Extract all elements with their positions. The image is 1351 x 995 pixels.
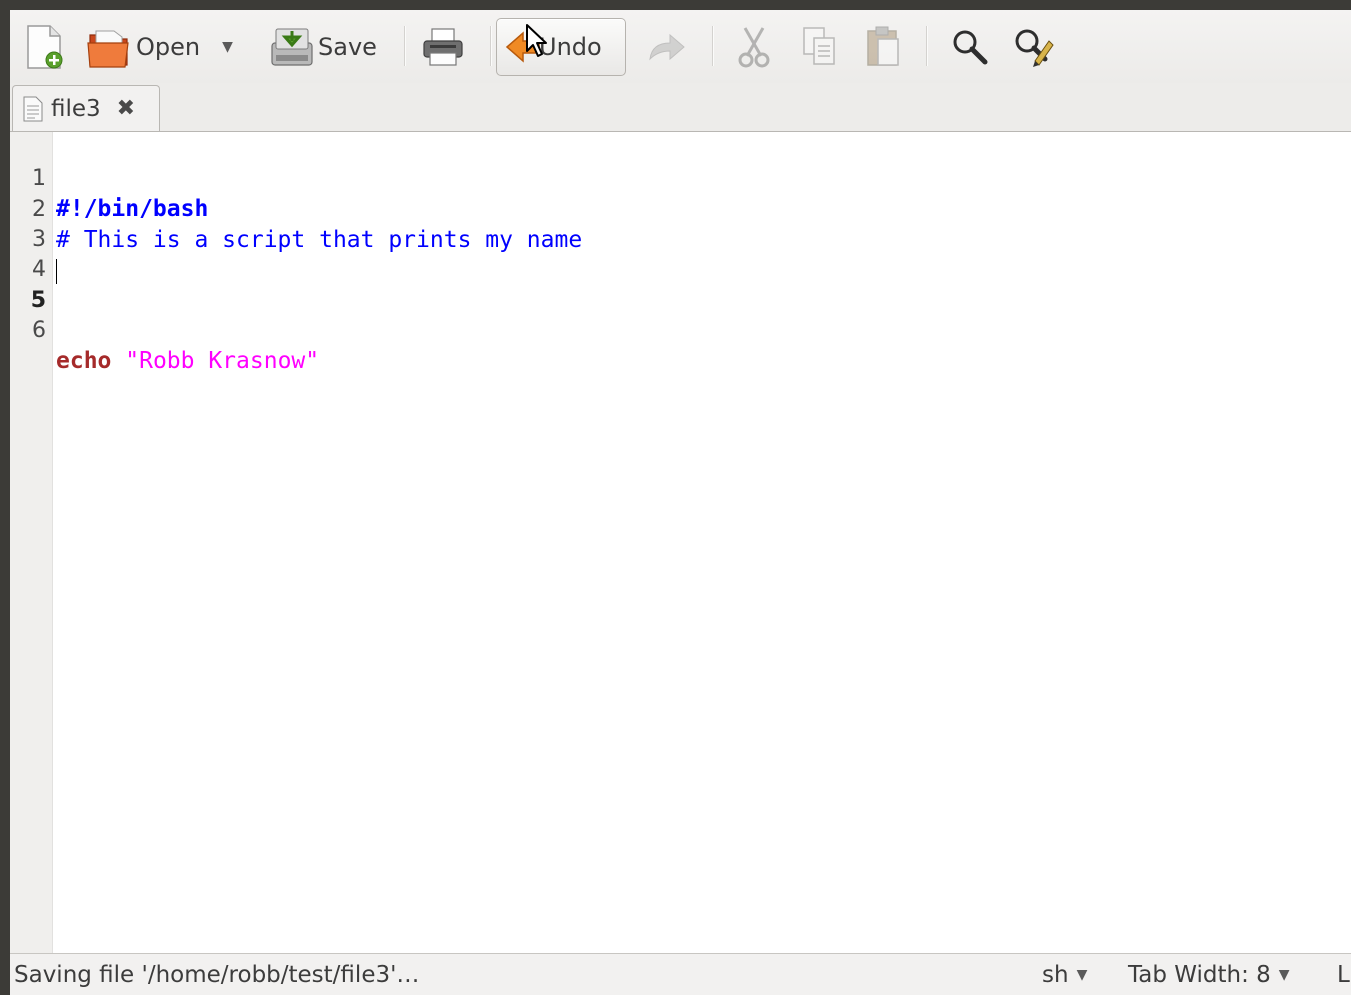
paste-button[interactable] [858,18,910,76]
redo-button[interactable] [640,18,692,76]
find-button[interactable] [942,18,998,76]
code-line: 6 echo "Robb Krasnow" [10,286,1351,374]
string-literal: "Robb Krasnow" [125,348,320,374]
close-icon[interactable]: ✖ [117,97,135,120]
language-label: sh [1042,962,1069,988]
toolbar-separator [404,26,406,66]
chevron-down-icon: ▼ [1076,967,1088,983]
language-selector[interactable]: sh ▼ [1042,962,1087,988]
text-file-icon [23,96,43,121]
paste-icon [867,26,899,66]
copy-button[interactable] [794,18,846,76]
save-label: Save [318,33,377,61]
open-label: Open [136,33,201,61]
code-line: 4 [10,225,1351,282]
scissors-icon [738,27,770,68]
save-icon [271,28,313,66]
open-folder-icon [87,30,129,68]
copy-icon [803,27,835,65]
status-message: Saving file '/home/robb/test/file3'… [14,962,420,988]
tab-width-selector[interactable]: Tab Width: 8 ▼ [1128,962,1290,988]
redo-arrow-icon [649,33,685,61]
code-line: 3 [10,195,1351,252]
new-document-button[interactable] [24,18,72,76]
tab-bar: file3 ✖ [10,83,1351,132]
text-caret [56,259,57,284]
print-button[interactable] [416,18,470,76]
toolbar-separator [926,26,928,66]
find-replace-icon [1015,29,1054,67]
toolbar: Open ▼ Save Undo [10,10,1351,83]
chevron-down-icon[interactable]: ▼ [222,39,233,55]
tab-file3[interactable]: file3 ✖ [12,85,160,131]
undo-button[interactable]: Undo [496,18,626,76]
gedit-window: Open ▼ Save Undo file3 ✖ 1 #!/bin/bash 2… [0,0,1351,995]
cut-button[interactable] [728,18,780,76]
magnifier-icon [953,30,988,65]
tab-label: file3 [51,95,101,122]
chevron-down-icon: ▼ [1278,967,1290,983]
mouse-cursor-icon [526,24,547,57]
status-bar: Saving file '/home/robb/test/file3'… sh ▼… [10,953,1351,995]
find-replace-button[interactable] [1006,18,1062,76]
code-text: echo "Robb Krasnow" [56,346,319,376]
text-editor[interactable]: 1 #!/bin/bash 2 # This is a script that … [10,132,1351,953]
toolbar-separator [490,26,492,66]
code-line: 2 # This is a script that prints my name [10,165,1351,253]
tab-width-label: Tab Width: 8 [1128,962,1271,988]
code-line-current: 5 [10,256,1351,313]
code-line: 1 #!/bin/bash [10,134,1351,222]
new-document-icon [27,25,63,69]
toolbar-separator [712,26,714,66]
open-button[interactable]: Open ▼ [86,18,256,76]
keyword-echo: echo [56,348,112,374]
cursor-position-label: L [1337,962,1350,988]
printer-icon [423,28,463,66]
line-number: 6 [32,318,46,343]
save-button[interactable]: Save [270,18,390,76]
